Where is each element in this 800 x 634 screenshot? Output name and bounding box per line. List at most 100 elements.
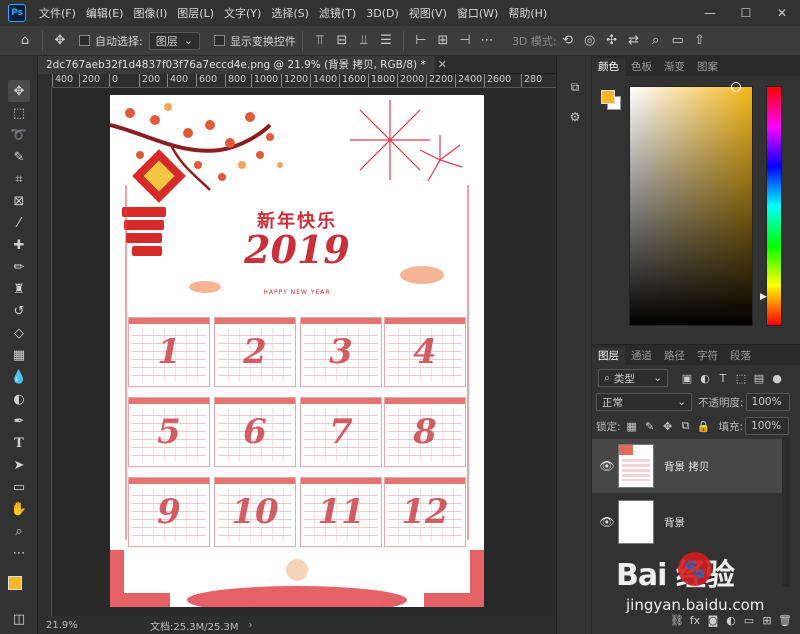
menu-help[interactable]: 帮助(H) (503, 5, 552, 21)
gradient-tool-icon[interactable]: ▦ (8, 344, 30, 366)
blend-mode-dropdown[interactable]: 正常 ⌄ (596, 393, 692, 411)
history-panel-icon[interactable]: ⧉ (564, 76, 586, 98)
close-tab-icon[interactable]: ✕ (438, 58, 447, 71)
menu-view[interactable]: 视图(V) (404, 5, 452, 21)
quick-select-tool-icon[interactable]: ✎ (8, 146, 30, 168)
tab-paragraph[interactable]: 段落 (724, 347, 757, 365)
foreground-color-swatch[interactable] (8, 576, 22, 590)
zoom-level[interactable]: 21.9% (46, 620, 106, 631)
search-icon[interactable]: ⌕ (645, 30, 667, 52)
menu-image[interactable]: 图像(I) (128, 5, 172, 21)
lock-all-icon[interactable]: 🔒 (697, 419, 711, 433)
eye-icon[interactable]: 👁 (596, 459, 618, 473)
dodge-tool-icon[interactable]: ◐ (8, 388, 30, 410)
auto-select-checkbox[interactable] (79, 35, 90, 46)
opacity-input[interactable]: 100% (745, 393, 790, 411)
maximize-button[interactable]: ☐ (728, 0, 764, 26)
align-right-icon[interactable]: ⊣ (454, 30, 476, 52)
healing-brush-tool-icon[interactable]: ✚ (8, 234, 30, 256)
align-bottom-icon[interactable]: ⫫ (353, 30, 375, 52)
clone-stamp-tool-icon[interactable]: ♜ (8, 278, 30, 300)
properties-panel-icon[interactable]: ⚙ (564, 106, 586, 128)
workspace-icon[interactable]: ▭ (667, 30, 689, 52)
quick-mask-icon[interactable]: ◫ (8, 608, 30, 630)
calendar-artwork[interactable]: 新年快乐 2019 HAPPY NEW YEAR 1 2 3 4 5 6 7 8… (110, 95, 484, 607)
pan-3d-icon[interactable]: ✣ (601, 30, 623, 52)
move-tool-icon[interactable]: ✥ (8, 80, 30, 102)
hue-slider-handle-icon[interactable]: ▶ (760, 292, 767, 302)
menu-filter[interactable]: 滤镜(T) (314, 5, 361, 21)
show-transform-checkbox[interactable] (213, 35, 225, 46)
status-arrow-icon[interactable]: › (249, 620, 253, 631)
pen-tool-icon[interactable]: ✒ (8, 410, 30, 432)
menu-layer[interactable]: 图层(L) (172, 5, 219, 21)
menu-edit[interactable]: 编辑(E) (81, 5, 129, 21)
color-picker-handle[interactable] (731, 82, 741, 92)
align-left-icon[interactable]: ⊢ (410, 30, 432, 52)
close-button[interactable]: ✕ (764, 0, 800, 26)
hand-tool-icon[interactable]: ✋ (8, 498, 30, 520)
layer-filter-dropdown[interactable]: ⌕ 类型 ⌄ (598, 369, 668, 387)
frame-tool-icon[interactable]: ⊠ (8, 190, 30, 212)
menu-file[interactable]: 文件(F) (34, 5, 81, 21)
filter-type-icon[interactable]: T (716, 371, 730, 385)
lock-pixels-icon[interactable]: ✎ (643, 419, 657, 433)
slide-3d-icon[interactable]: ⇄ (623, 30, 645, 52)
lock-position-icon[interactable]: ✥ (661, 419, 675, 433)
color-field[interactable] (629, 86, 753, 326)
eye-icon[interactable]: 👁 (596, 515, 618, 529)
home-icon[interactable]: ⌂ (14, 30, 36, 52)
eyedropper-tool-icon[interactable]: ⁄ (8, 212, 30, 234)
filter-smart-object-icon[interactable]: ▤ (752, 371, 766, 385)
blur-tool-icon[interactable]: 💧 (8, 366, 30, 388)
chevron-down-icon: ⌄ (677, 396, 686, 408)
distribute-icon[interactable]: ☰ (375, 30, 397, 52)
type-tool-icon[interactable]: T (8, 432, 30, 454)
tab-patterns[interactable]: 图案 (691, 58, 724, 76)
lasso-tool-icon[interactable]: ➰ (8, 124, 30, 146)
more-options-icon[interactable]: ⋯ (476, 30, 498, 52)
eraser-tool-icon[interactable]: ◇ (8, 322, 30, 344)
menu-type[interactable]: 文字(Y) (219, 5, 266, 21)
tab-gradients[interactable]: 渐变 (658, 58, 691, 76)
filter-adjustment-icon[interactable]: ◐ (698, 371, 712, 385)
lock-transparency-icon[interactable]: ▦ (625, 419, 639, 433)
share-icon[interactable]: ⇧ (689, 30, 711, 52)
tab-character[interactable]: 字符 (691, 347, 724, 365)
history-brush-tool-icon[interactable]: ↺ (8, 300, 30, 322)
auto-select-dropdown[interactable]: 图层 ⌄ (148, 31, 200, 50)
panel-foreground-swatch[interactable] (601, 90, 615, 104)
tab-layers[interactable]: 图层 (592, 347, 625, 365)
filter-shape-icon[interactable]: ⬚ (734, 371, 748, 385)
layer-row-background[interactable]: 👁 背景 (592, 495, 782, 549)
zoom-tool-icon[interactable]: ⌕ (8, 520, 30, 542)
tab-paths[interactable]: 路径 (658, 347, 691, 365)
tab-swatches[interactable]: 色板 (625, 58, 658, 76)
roll-3d-icon[interactable]: ◎ (579, 30, 601, 52)
align-middle-icon[interactable]: ⊟ (331, 30, 353, 52)
filter-pixel-icon[interactable]: ▣ (680, 371, 694, 385)
move-tool-preset-icon[interactable]: ✥ (49, 30, 71, 52)
filter-toggle-icon[interactable]: ● (770, 371, 784, 385)
rectangle-tool-icon[interactable]: ▭ (8, 476, 30, 498)
path-select-tool-icon[interactable]: ➤ (8, 454, 30, 476)
document-tab[interactable]: 2dc767aeb32f1d4837f03f76a7eccd4e.png @ 2… (38, 55, 434, 74)
menu-select[interactable]: 选择(S) (266, 5, 314, 21)
brush-tool-icon[interactable]: ✏ (8, 256, 30, 278)
layer-row-background-copy[interactable]: 👁 背景 拷贝 (592, 439, 782, 493)
marquee-tool-icon[interactable]: ⬚ (8, 102, 30, 124)
crop-tool-icon[interactable]: ⌗ (8, 168, 30, 190)
month-number: 8 (413, 412, 437, 452)
menu-3d[interactable]: 3D(D) (361, 7, 404, 20)
hue-slider[interactable] (766, 86, 782, 326)
minimize-button[interactable]: — (692, 0, 728, 26)
align-top-icon[interactable]: ⫪ (309, 30, 331, 52)
orbit-3d-icon[interactable]: ⟲ (557, 30, 579, 52)
menu-window[interactable]: 窗口(W) (452, 5, 503, 21)
align-center-icon[interactable]: ⊞ (432, 30, 454, 52)
more-tools-icon[interactable]: ⋯ (8, 542, 30, 564)
fill-input[interactable]: 100% (745, 417, 790, 435)
lock-artboard-icon[interactable]: ⧉ (679, 419, 693, 433)
tab-color[interactable]: 颜色 (592, 58, 625, 76)
tab-channels[interactable]: 通道 (625, 347, 658, 365)
